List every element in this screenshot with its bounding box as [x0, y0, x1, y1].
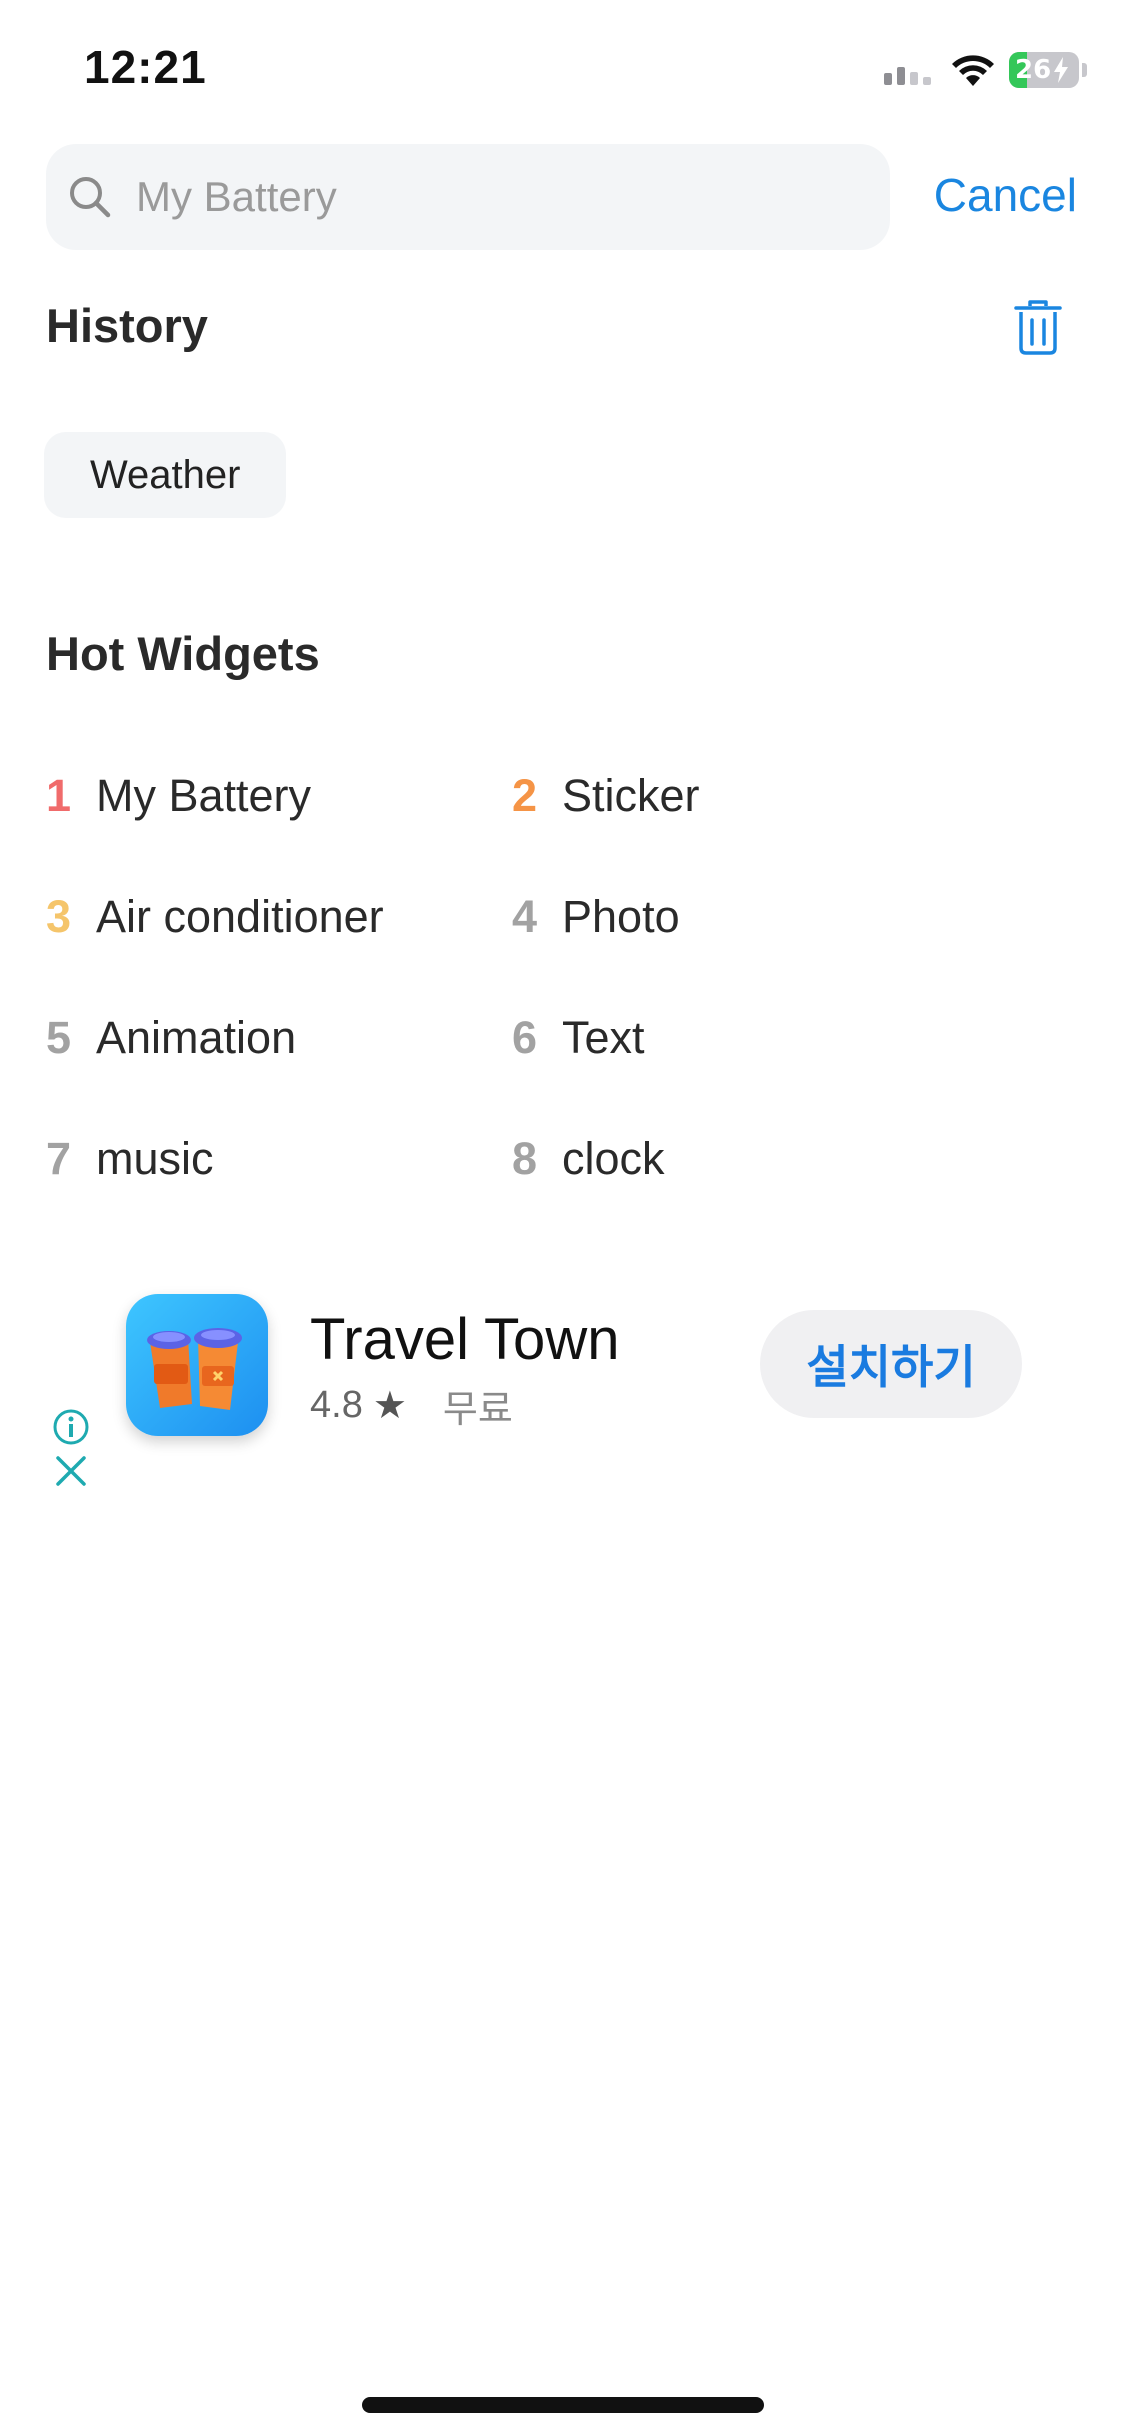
status-time: 12:21 [84, 41, 207, 93]
hot-widget-item[interactable]: 4 Photo [512, 891, 680, 943]
hot-widget-rank: 7 [46, 1133, 72, 1184]
hot-widget-label: clock [562, 1133, 665, 1184]
wifi-icon [952, 55, 994, 86]
star-icon: ★ [372, 1385, 407, 1427]
search-input[interactable] [134, 172, 838, 222]
info-icon[interactable] [52, 1408, 90, 1446]
hot-widget-label: Air conditioner [96, 891, 384, 942]
hot-widget-rank: 1 [46, 770, 72, 821]
trash-icon[interactable] [1013, 300, 1063, 356]
ad-rating-value: 4.8 [310, 1384, 363, 1426]
cancel-button[interactable]: Cancel [934, 168, 1077, 222]
hot-widgets-title: Hot Widgets [46, 627, 320, 680]
hot-widget-label: Text [562, 1012, 645, 1063]
cellular-signal-icon [884, 55, 931, 85]
hot-widget-item[interactable]: 1 My Battery [46, 770, 311, 822]
hot-widget-label: My Battery [96, 770, 312, 821]
hot-widget-label: Animation [96, 1012, 297, 1063]
close-icon[interactable] [54, 1454, 88, 1488]
hot-widget-item[interactable]: 3 Air conditioner [46, 891, 384, 943]
hot-widget-rank: 3 [46, 891, 72, 942]
hot-widget-rank: 5 [46, 1012, 72, 1063]
hot-widget-item[interactable]: 6 Text [512, 1012, 645, 1064]
history-title: History [46, 299, 208, 352]
hot-widget-item[interactable]: 8 clock [512, 1133, 665, 1185]
history-chip-weather[interactable]: Weather [44, 432, 287, 518]
search-screen: 12:21 26 Cancel History [0, 0, 1125, 2436]
hot-widget-item[interactable]: 5 Animation [46, 1012, 296, 1064]
hot-widget-label: Photo [562, 891, 680, 942]
install-button[interactable]: 설치하기 [760, 1310, 1022, 1418]
battery-level: 26 [1015, 55, 1052, 85]
search-bar[interactable] [46, 144, 890, 250]
status-icons: 26 [884, 50, 1087, 90]
ad-app-icon[interactable] [126, 1294, 268, 1436]
hot-widget-item[interactable]: 7 music [46, 1133, 214, 1185]
hot-widget-rank: 2 [512, 770, 538, 821]
hot-widget-label: music [96, 1133, 214, 1184]
hot-widget-item[interactable]: 2 Sticker [512, 770, 700, 822]
hot-widget-rank: 4 [512, 891, 538, 942]
hot-widget-label: Sticker [562, 770, 700, 821]
battery-cap [1082, 63, 1087, 77]
coffee-cups-icon [147, 1328, 242, 1410]
ad-price: 무료 [442, 1389, 513, 1431]
charging-bolt-icon [1054, 57, 1069, 83]
battery-charging-icon: 26 [1009, 52, 1079, 88]
ad-app-name[interactable]: Travel Town [310, 1306, 619, 1373]
ad-rating-row: 4.8 ★ 무료 [310, 1378, 513, 1433]
search-icon [70, 177, 111, 218]
home-indicator[interactable] [362, 2397, 764, 2413]
hot-widget-rank: 6 [512, 1012, 538, 1063]
hot-widget-rank: 8 [512, 1133, 538, 1184]
